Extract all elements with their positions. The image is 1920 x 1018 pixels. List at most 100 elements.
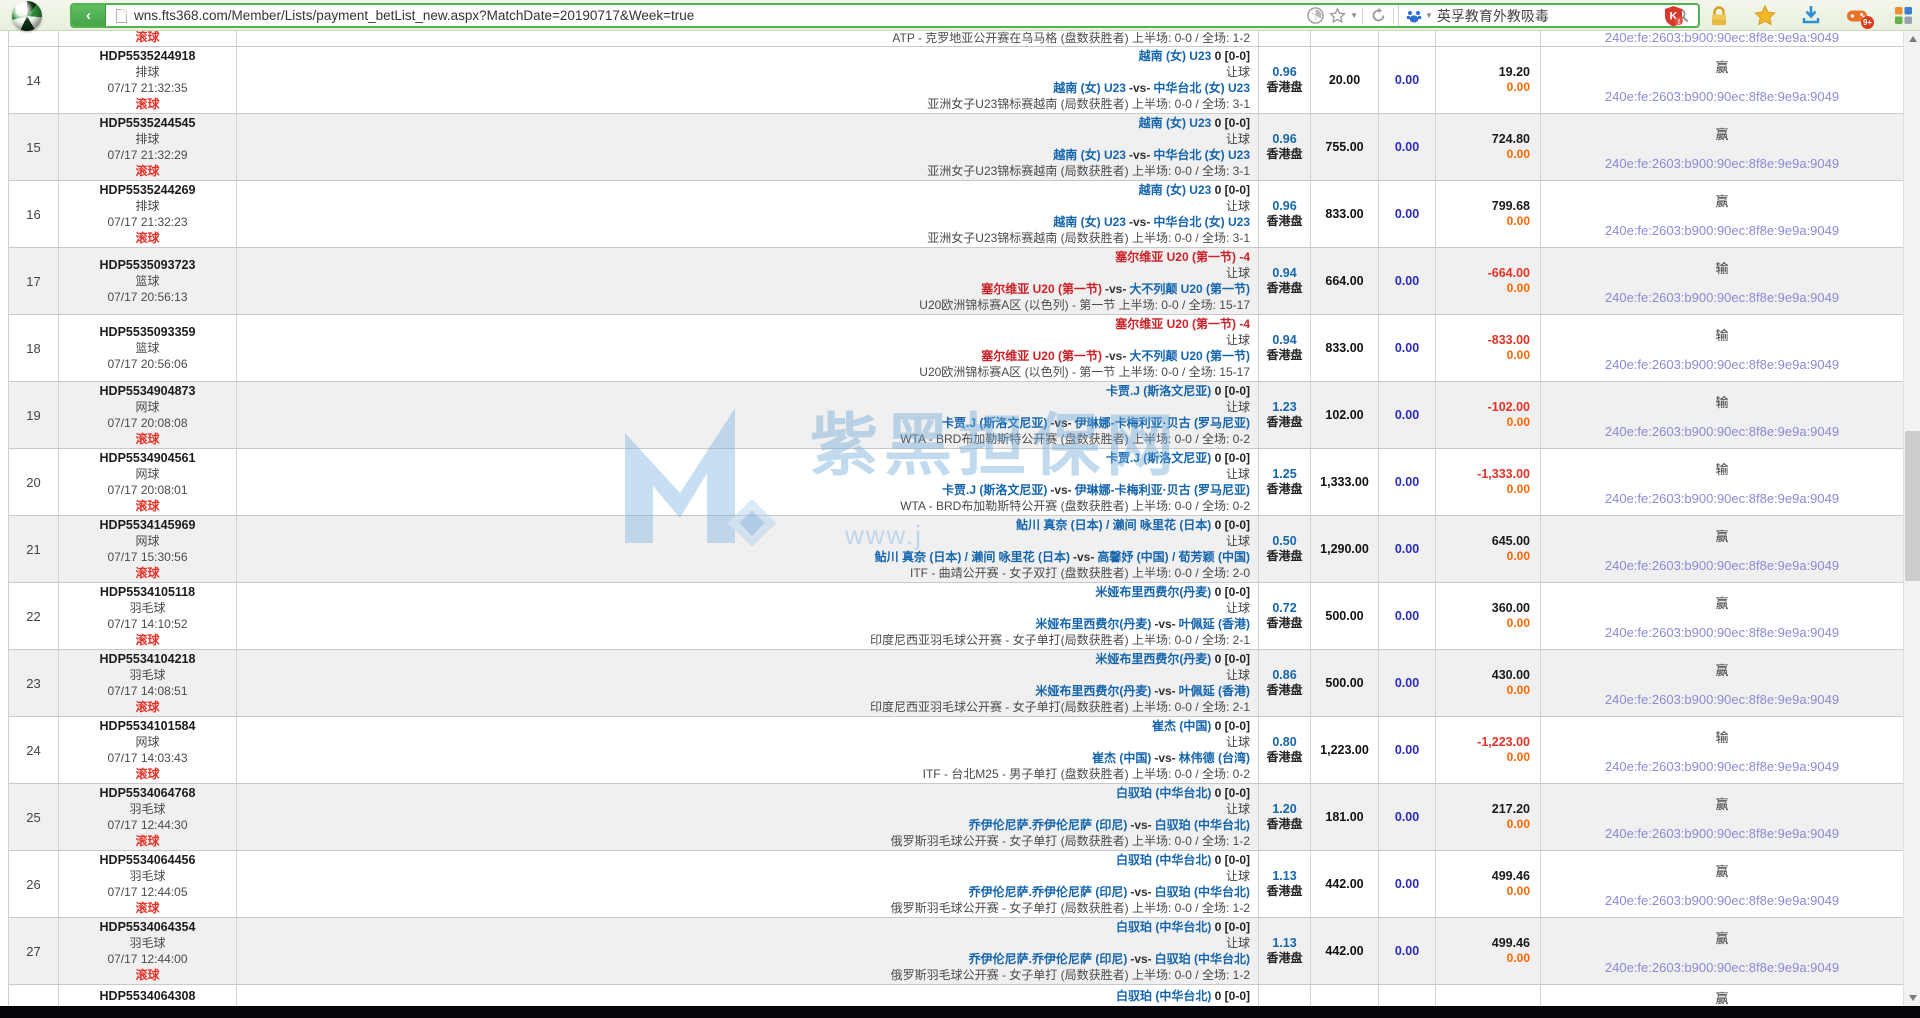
bet-amount: 664.00	[1325, 274, 1363, 288]
away-team: 大不列颠 U20 (第一节)	[1129, 282, 1250, 296]
cell-valid-amount: 0.00	[1379, 47, 1436, 113]
home-team: 卡贾.J (斯洛文尼亚)	[942, 416, 1047, 430]
url-text[interactable]: wns.fts368.com/Member/Lists/payment_betL…	[134, 8, 1304, 23]
market-type-label: 香港盘	[1266, 750, 1302, 765]
ip-address-link[interactable]: 240e:fe:2603:b900:90ec:8f8e:9e9a:9049	[1605, 692, 1839, 707]
vs-label: -vs-	[1130, 885, 1151, 899]
table-row: 24 HDP5534101584 网球 07/17 14:03:43 滚球 崔杰…	[9, 717, 1903, 784]
cell-amount: 181.00	[1311, 784, 1379, 850]
ip-address-link[interactable]: 240e:fe:2603:b900:90ec:8f8e:9e9a:9049	[1605, 89, 1839, 104]
ip-address-link[interactable]: 240e:fe:2603:b900:90ec:8f8e:9e9a:9049	[1605, 960, 1839, 975]
search-box[interactable]: ▼ 英孚教育外教吸毒	[1398, 5, 1698, 26]
cell-row-number: 14	[9, 47, 59, 113]
result-secondary-amount: 0.00	[1507, 348, 1530, 363]
back-button[interactable]: ‹	[72, 5, 106, 26]
cell-status: 赢 240e:fe:2603:b900:90ec:8f8e:9e9a:9049	[1541, 784, 1903, 850]
cell-odds: 0.94 香港盘	[1259, 315, 1311, 381]
vertical-scrollbar[interactable]	[1903, 31, 1920, 1006]
league-line: ITF - 台北M25 - 男子单打 (盘数获胜者) 上半场: 0-0 / 全场…	[237, 766, 1250, 782]
fan-icon[interactable]	[1304, 7, 1326, 24]
result-amount: -664.00	[1488, 266, 1530, 281]
home-team: 越南 (女) U23	[1053, 215, 1126, 229]
valid-amount: 0.00	[1395, 810, 1419, 824]
bookmark-star-icon[interactable]	[1326, 7, 1348, 24]
ip-address-link[interactable]: 240e:fe:2603:b900:90ec:8f8e:9e9a:9049	[1605, 558, 1839, 573]
cell-status: 赢 240e:fe:2603:b900:90ec:8f8e:9e9a:9049	[1541, 181, 1903, 247]
result-amount: 499.46	[1492, 936, 1530, 951]
sport-label: 篮球	[135, 340, 159, 356]
result-amount: 19.20	[1499, 65, 1530, 80]
bet-list-table: 滚球 ATP - 克罗地亚公开赛在乌马格 (盘数获胜者) 上半场: 0-0 / …	[8, 31, 1903, 1006]
ip-address-link[interactable]: 240e:fe:2603:b900:90ec:8f8e:9e9a:9049	[1605, 826, 1839, 841]
result-secondary-amount: 0.00	[1507, 415, 1530, 430]
ip-address-link[interactable]: 240e:fe:2603:b900:90ec:8f8e:9e9a:9049	[1605, 357, 1839, 372]
cell-status: 赢 240e:fe:2603:b900:90ec:8f8e:9e9a:9049	[1541, 47, 1903, 113]
apps-grid-icon[interactable]	[1892, 6, 1914, 25]
bet-type-label: 让球	[237, 466, 1250, 482]
bet-type-label: 让球	[237, 64, 1250, 80]
security-shield-icon[interactable]: K!	[1662, 5, 1684, 27]
valid-amount: 0.00	[1395, 944, 1419, 958]
away-team: 大不列颠 U20 (第一节)	[1129, 349, 1250, 363]
bet-type-label: 让球	[237, 734, 1250, 750]
bet-type-label: 让球	[237, 935, 1250, 951]
table-row-partial-bottom: HDP5534064308 白驭珀 (中华台北) 0 [0-0] 赢	[9, 985, 1903, 1006]
cell-row-number: 19	[9, 382, 59, 448]
ip-address-link[interactable]: 240e:fe:2603:b900:90ec:8f8e:9e9a:9049	[1605, 156, 1839, 171]
download-icon[interactable]	[1800, 5, 1822, 26]
cell-amount: 500.00	[1311, 650, 1379, 716]
reload-icon[interactable]	[1367, 7, 1389, 24]
cell-amount: 1,290.00	[1311, 516, 1379, 582]
table-row: 25 HDP5534064768 羽毛球 07/17 12:44:30 滚球 白…	[9, 784, 1903, 851]
cell-amount: 500.00	[1311, 583, 1379, 649]
market-type-label: 香港盘	[1266, 80, 1302, 95]
odds-value: 0.94	[1272, 333, 1296, 348]
result-amount: -1,333.00	[1477, 467, 1530, 482]
bookmark-caret-icon[interactable]: ▼	[1350, 11, 1358, 20]
scroll-up-button[interactable]	[1904, 31, 1920, 47]
scrollbar-thumb[interactable]	[1905, 431, 1920, 581]
market-type-label: 香港盘	[1266, 951, 1302, 966]
bet-selection: 白驭珀 (中华台北)	[1116, 853, 1211, 867]
bet-handicap: 0 [0-0]	[1215, 853, 1250, 867]
ip-address-link[interactable]: 240e:fe:2603:b900:90ec:8f8e:9e9a:9049	[1605, 290, 1839, 305]
ip-address-link[interactable]: 240e:fe:2603:b900:90ec:8f8e:9e9a:9049	[1605, 491, 1839, 506]
cell-odds	[1259, 31, 1311, 46]
cell-amount: 442.00	[1311, 851, 1379, 917]
valid-amount: 0.00	[1395, 140, 1419, 154]
sport-label: 羽毛球	[129, 600, 165, 616]
bet-id: HDP5534064768	[100, 785, 196, 801]
address-bar[interactable]: ‹ wns.fts368.com/Member/Lists/payment_be…	[70, 3, 1700, 28]
home-team: 越南 (女) U23	[1053, 148, 1126, 162]
scroll-down-button[interactable]	[1904, 990, 1920, 1006]
result-amount: 360.00	[1492, 601, 1530, 616]
bet-id: HDP5535093723	[100, 257, 196, 273]
bet-status: 输	[1715, 325, 1728, 344]
ip-address-link[interactable]: 240e:fe:2603:b900:90ec:8f8e:9e9a:9049	[1605, 31, 1839, 45]
search-engine-caret-icon[interactable]: ▼	[1425, 11, 1433, 20]
live-bet-label: 滚球	[135, 31, 159, 45]
search-input[interactable]: 英孚教育外教吸毒	[1437, 6, 1663, 26]
bet-amount: 102.00	[1325, 408, 1363, 422]
ip-address-link[interactable]: 240e:fe:2603:b900:90ec:8f8e:9e9a:9049	[1605, 625, 1839, 640]
baidu-paw-icon[interactable]	[1405, 7, 1423, 25]
ip-address-link[interactable]: 240e:fe:2603:b900:90ec:8f8e:9e9a:9049	[1605, 223, 1839, 238]
favorites-star-icon[interactable]	[1754, 5, 1776, 26]
lock-icon[interactable]	[1708, 5, 1730, 27]
valid-amount: 0.00	[1395, 274, 1419, 288]
cell-status: 赢	[1541, 985, 1903, 1006]
bet-selection: 越南 (女) U23	[1139, 116, 1212, 130]
cell-valid-amount: 0.00	[1379, 851, 1436, 917]
ip-address-link[interactable]: 240e:fe:2603:b900:90ec:8f8e:9e9a:9049	[1605, 424, 1839, 439]
valid-amount: 0.00	[1395, 877, 1419, 891]
market-type-label: 香港盘	[1266, 616, 1302, 631]
ip-address-link[interactable]: 240e:fe:2603:b900:90ec:8f8e:9e9a:9049	[1605, 893, 1839, 908]
live-bet-label: 滚球	[135, 833, 159, 849]
ip-address-link[interactable]: 240e:fe:2603:b900:90ec:8f8e:9e9a:9049	[1605, 759, 1839, 774]
cell-bet-id: HDP5535093359 篮球 07/17 20:56:06	[59, 315, 237, 381]
result-secondary-amount: 0.00	[1507, 281, 1530, 296]
league-line: ATP - 克罗地亚公开赛在乌马格 (盘数获胜者) 上半场: 0-0 / 全场:…	[237, 31, 1250, 45]
cell-valid-amount: 0.00	[1379, 315, 1436, 381]
games-icon[interactable]: 9+	[1846, 6, 1868, 26]
league-line: WTA - BRD布加勒斯特公开赛 (盘数获胜者) 上半场: 0-0 / 全场:…	[237, 431, 1250, 447]
